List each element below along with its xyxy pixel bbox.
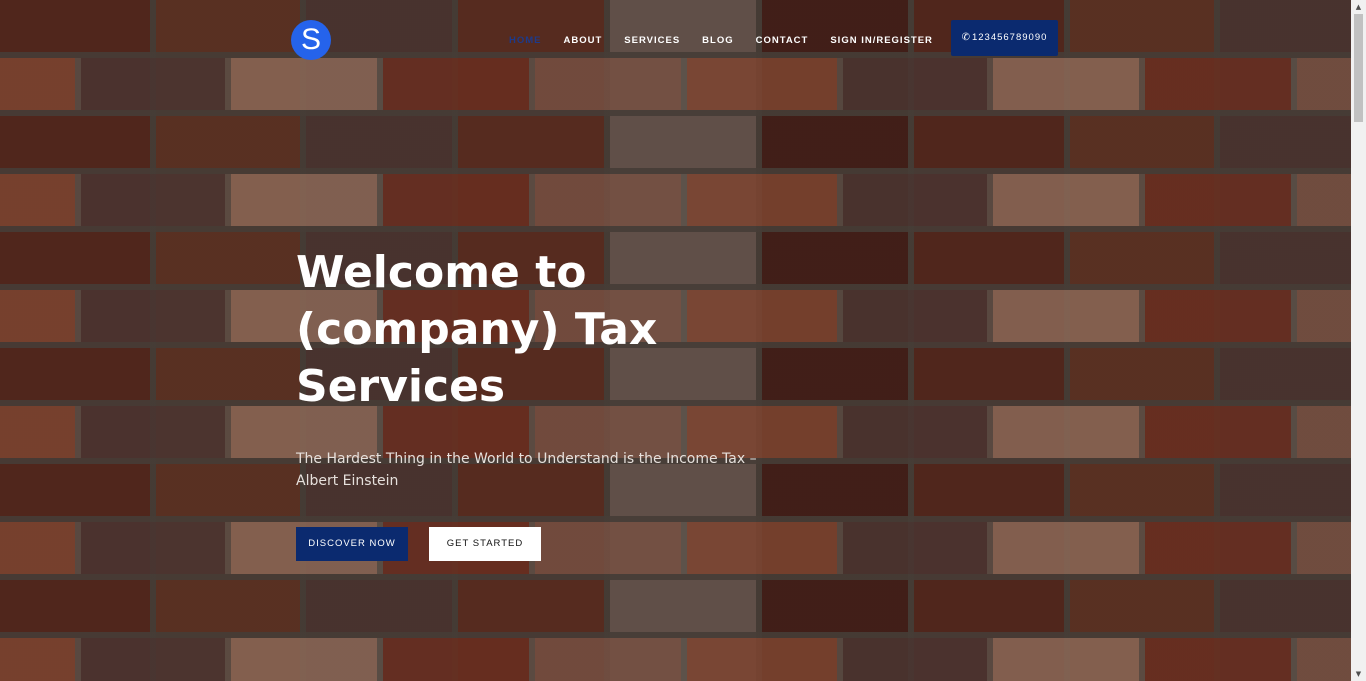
nav-item-sign-in-register[interactable]: SIGN IN/REGISTER bbox=[830, 34, 933, 48]
site-header: S HOME ABOUT SERVICES BLOG CONTACT SIGN … bbox=[0, 0, 1351, 80]
scroll-up-arrow-icon[interactable]: ▲ bbox=[1351, 0, 1366, 14]
hero-subtitle: The Hardest Thing in the World to Unders… bbox=[296, 451, 757, 489]
nav-item-about[interactable]: ABOUT bbox=[564, 34, 603, 48]
page: S HOME ABOUT SERVICES BLOG CONTACT SIGN … bbox=[0, 0, 1366, 681]
scroll-down-arrow-icon[interactable]: ▼ bbox=[1351, 667, 1366, 681]
discover-now-button[interactable]: DISCOVER NOW bbox=[296, 527, 408, 561]
page-scrollbar[interactable]: ▲ ▼ bbox=[1351, 0, 1366, 681]
get-started-button[interactable]: GET STARTED bbox=[429, 527, 541, 561]
nav-item-services[interactable]: SERVICES bbox=[624, 34, 680, 48]
hero-title: Welcome to (company) Tax Services bbox=[296, 247, 658, 412]
main-nav: HOME ABOUT SERVICES BLOG CONTACT SIGN IN… bbox=[509, 34, 955, 48]
scrollbar-thumb[interactable] bbox=[1354, 14, 1363, 122]
phone-icon: ✆ bbox=[961, 32, 971, 43]
nav-item-blog[interactable]: BLOG bbox=[702, 34, 733, 48]
phone-button[interactable]: ✆123456789090 bbox=[951, 20, 1058, 56]
site-logo[interactable]: S bbox=[291, 20, 331, 60]
nav-item-home[interactable]: HOME bbox=[509, 34, 542, 48]
nav-item-contact[interactable]: CONTACT bbox=[756, 34, 809, 48]
phone-number: 123456789090 bbox=[971, 32, 1048, 43]
